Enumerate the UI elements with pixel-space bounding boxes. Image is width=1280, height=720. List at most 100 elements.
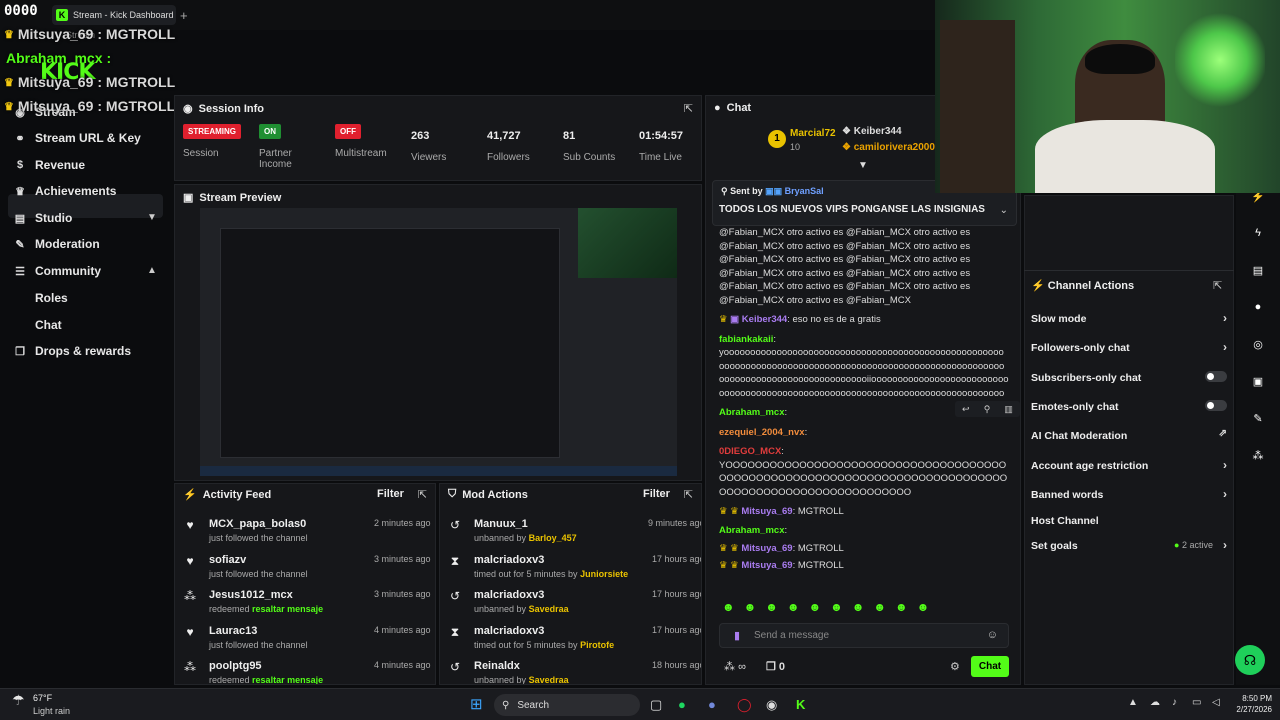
task-view-icon[interactable]: ▢ <box>650 697 662 713</box>
action-followers-only[interactable]: Followers-only chat › <box>1031 340 1227 354</box>
rail-layout-icon[interactable]: ▣ <box>1250 375 1266 388</box>
trash-icon: ▥ <box>1004 403 1013 414</box>
lightning-icon: ⚡ <box>183 489 197 501</box>
tray-volume-icon[interactable]: ◁ <box>1212 697 1220 708</box>
pin-icon: ⚲ <box>721 186 731 196</box>
rail-lightning-icon[interactable]: ϟ <box>1250 227 1266 239</box>
subscribers-only-toggle[interactable] <box>1205 371 1227 382</box>
mod-filter-button[interactable]: Filter <box>643 488 670 500</box>
stat-sub-counts: 81 Sub Counts <box>563 130 616 163</box>
action-emotes-only[interactable]: Emotes-only chat <box>1031 400 1227 413</box>
tray-chevron-icon[interactable]: ▲ <box>1128 697 1138 708</box>
sidebar-item-community[interactable]: ☰ Community <box>14 264 101 278</box>
obs-icon[interactable]: ◉ <box>766 697 777 713</box>
rail-points-icon[interactable]: ⁂ <box>1250 449 1266 462</box>
chat-message: ♛ ♛ Mitsuya_69: MGTROLL <box>719 542 844 554</box>
emotes-only-toggle[interactable] <box>1205 400 1227 411</box>
support-button[interactable]: ☊ <box>1235 645 1265 675</box>
weather-icon[interactable]: ☂ <box>12 692 25 709</box>
unban-icon: ↺ <box>449 518 461 532</box>
right-icon-rail <box>1236 185 1280 685</box>
top-gifter-count: 10 <box>790 142 801 152</box>
search-icon: ⚲ <box>502 699 510 711</box>
taskbar-search[interactable]: ⚲ Search <box>494 694 640 716</box>
drops-count[interactable]: ❒ 0 <box>766 660 785 673</box>
stat-time-live: 01:54:57 Time Live <box>639 130 684 163</box>
sidebar-item-moderation[interactable]: ✎ Moderation <box>14 237 99 251</box>
sidebar-item-studio[interactable]: ▤ Studio <box>14 211 73 225</box>
external-link-icon: ⇗ <box>1218 428 1227 439</box>
rail-broadcast-icon[interactable]: ◎ <box>1250 338 1266 351</box>
mod-item: ⧗ malcriadoxv3 timed out for 5 minutes by … <box>448 554 701 579</box>
chat-message: ezequiel_2004_nvx: <box>719 426 808 438</box>
windows-start-icon[interactable]: ⊞ <box>470 695 483 713</box>
sidebar-item-revenue[interactable]: $ Revenue <box>14 158 85 172</box>
panel-title: ⚡ Channel Actions <box>1031 280 1135 292</box>
action-subscribers-only[interactable]: Subscribers-only chat <box>1031 371 1227 384</box>
chat-icon: ● <box>714 102 721 114</box>
weather-desc: Light rain <box>33 706 71 716</box>
channel-points[interactable]: ⁂ ∞ <box>724 660 746 673</box>
crown-icon: ♛ <box>4 28 14 41</box>
action-banned-words[interactable]: Banned words › <box>1031 487 1227 501</box>
action-ai-moderation[interactable]: AI Chat Moderation ⇗ <box>1031 428 1227 442</box>
browser-tab[interactable]: K Stream - Kick Dashboard <box>52 5 176 25</box>
top-gifter-3: ❖ camilorivera2000 <box>842 142 935 153</box>
taskbar-clock[interactable]: 8:50 PM 2/27/2026 <box>1232 694 1272 714</box>
spotify-icon[interactable]: ● <box>678 697 686 712</box>
kick-app-icon[interactable]: K <box>796 697 805 712</box>
hourglass-icon: ⧗ <box>450 625 460 639</box>
rail-wrench-icon[interactable]: ✎ <box>1250 412 1266 425</box>
action-account-age[interactable]: Account age restriction › <box>1031 458 1227 472</box>
sidebar-item-chat[interactable]: Chat <box>35 318 62 332</box>
studio-icon: ▤ <box>14 212 26 225</box>
action-set-goals[interactable]: Set goals ● 2 active › <box>1031 538 1227 552</box>
chat-message: Abraham_mcx: <box>719 525 788 536</box>
weather-temp: 67°F <box>33 693 53 703</box>
expand-icon[interactable]: ⇱ <box>684 488 693 501</box>
chat-input[interactable]: ▮ Send a message ☺ <box>719 623 1009 648</box>
tray-network-icon[interactable]: ▭ <box>1192 697 1201 708</box>
wrench-icon: ✎ <box>15 238 25 251</box>
emoji-icon[interactable]: ☺ <box>987 629 998 641</box>
new-tab-button[interactable]: + <box>180 8 188 23</box>
emote-bar[interactable]: ☻☻☻☻☻☻☻☻☻☻ <box>722 600 938 614</box>
mod-actions-panel: ⛉ Mod Actions Filter ⇱ ↺ Manuux_1 unbanned … <box>439 483 702 685</box>
action-slow-mode[interactable]: Slow mode › <box>1031 311 1227 325</box>
stream-preview-video[interactable] <box>200 208 677 476</box>
chat-message: ♛ ▣ Keiber344: eso no es de a gratis <box>719 314 881 325</box>
activity-item: ♥ MCX_papa_bolas0 just followed the channe… <box>183 518 435 543</box>
discord-icon[interactable]: ● <box>708 697 716 712</box>
sidebar-item-stream-url[interactable]: ⚭ Stream URL & Key <box>14 131 140 145</box>
collapse-icon[interactable]: ▼ <box>858 160 868 171</box>
gear-icon[interactable]: ⚙ <box>950 660 960 673</box>
rail-chat-icon[interactable]: ● <box>1250 301 1266 313</box>
overlay-chat-line: ♛ Mitsuya_69: MGTROLL <box>4 26 176 42</box>
message-actions[interactable]: ↩ ⚲ ▥ <box>955 401 1020 417</box>
tray-cloud-icon[interactable]: ☁ <box>1150 697 1160 708</box>
hex-lights <box>1175 10 1265 110</box>
expand-icon[interactable]: ⇱ <box>1213 279 1222 292</box>
activity-item: ♥ sofiazv just followed the channel 3 minut… <box>183 554 435 579</box>
heart-icon: ♥ <box>186 518 194 532</box>
chevron-down-icon[interactable]: ⌄ <box>1000 205 1008 216</box>
expand-icon[interactable]: ⇱ <box>684 102 693 115</box>
crown-icon: ♛ <box>4 100 14 113</box>
chat-messages: @Fabian_MCX otro activo es @Fabian_MCX o… <box>719 227 1009 571</box>
expand-icon[interactable]: ⇱ <box>418 488 427 501</box>
sidebar-item-drops[interactable]: ❒ Drops & rewards <box>14 344 131 358</box>
overlay-chat-line: ♛ Mitsuya_69: MGTROLL <box>4 98 176 114</box>
action-host-channel[interactable]: Host Channel <box>1031 515 1227 527</box>
tray-mic-icon[interactable]: ♪ <box>1172 697 1177 708</box>
chat-send-button[interactable]: Chat <box>971 656 1009 677</box>
overlay-chat-line: ♛ Mitsuya_69: MGTROLL <box>4 74 176 90</box>
rail-document-icon[interactable]: ▤ <box>1250 264 1266 277</box>
chevron-down-icon[interactable]: ▼ <box>147 212 157 223</box>
chevron-up-icon[interactable]: ▲ <box>147 265 157 276</box>
activity-filter-button[interactable]: Filter <box>377 488 404 500</box>
top-gifter-name: Marcial72 <box>790 128 836 139</box>
opera-icon[interactable]: ◯ <box>737 697 752 713</box>
sidebar-item-roles[interactable]: Roles <box>35 291 68 305</box>
chat-message: ♛ ♛ Mitsuya_69: MGTROLL <box>719 560 844 571</box>
sidebar-item-achievements[interactable]: ♛ Achievements <box>14 184 116 198</box>
